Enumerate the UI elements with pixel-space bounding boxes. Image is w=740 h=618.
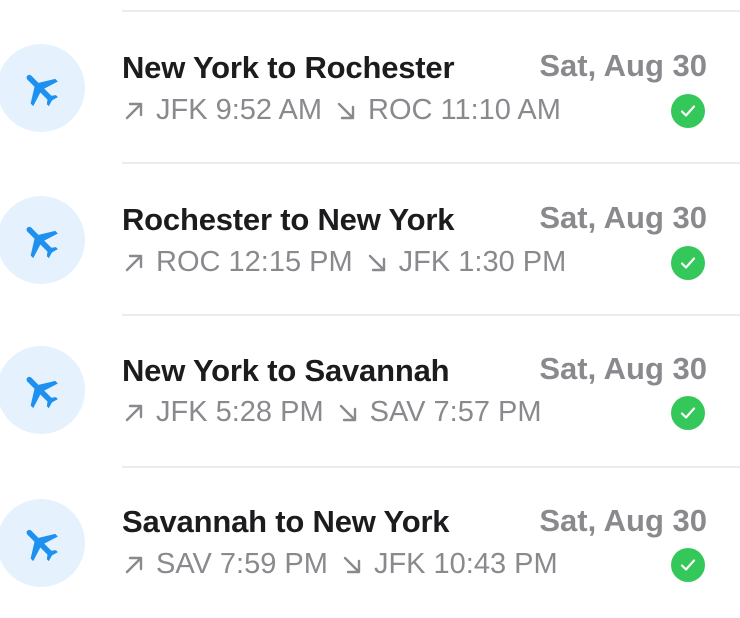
arrival-text: SAV 7:57 PM: [369, 396, 542, 428]
flight-avatar: [0, 499, 85, 587]
arrival-text: JFK 10:43 PM: [373, 548, 558, 580]
flight-row[interactable]: Rochester to New York Sat, Aug 30 ROC 12…: [0, 164, 740, 314]
flight-times: JFK 5:28 PM SAV 7:57 PM: [122, 396, 542, 429]
arrow-up-right-icon: [125, 556, 143, 573]
check-circle-icon: [671, 246, 705, 280]
airplane-icon: [26, 226, 58, 259]
departure-text: ROC 12:15 PM: [156, 246, 353, 278]
flight-date: Sat, Aug 30: [539, 503, 707, 538]
arrow-down-right-icon: [343, 556, 361, 573]
arrow-up-right-icon: [125, 102, 143, 119]
flight-times: SAV 7:59 PM JFK 10:43 PM: [122, 548, 558, 581]
departure-text: JFK 9:52 AM: [156, 94, 323, 126]
arrival-text: JFK 1:30 PM: [398, 246, 567, 278]
arrow-down-right-icon: [368, 254, 385, 271]
flight-title: Savannah to New York: [122, 504, 450, 539]
flight-row[interactable]: New York to Rochester Sat, Aug 30 JFK 9:…: [0, 12, 740, 162]
flight-title: New York to Rochester: [122, 50, 455, 85]
arrow-down-right-icon: [339, 404, 356, 421]
flight-times: JFK 9:52 AM ROC 11:10 AM: [122, 94, 561, 127]
flight-date: Sat, Aug 30: [539, 48, 707, 83]
arrow-up-right-icon: [125, 404, 143, 421]
airplane-icon: [26, 529, 58, 562]
flight-times: ROC 12:15 PM JFK 1:30 PM: [122, 246, 566, 279]
check-circle-icon: [671, 396, 705, 430]
flight-title: Rochester to New York: [122, 202, 455, 237]
check-circle-icon: [671, 94, 705, 128]
flight-avatar: [0, 346, 85, 434]
flight-avatar: [0, 196, 85, 284]
arrow-up-right-icon: [125, 254, 143, 271]
flight-date: Sat, Aug 30: [539, 200, 707, 235]
flight-row[interactable]: New York to Savannah Sat, Aug 30 JFK 5:2…: [0, 316, 740, 466]
departure-text: JFK 5:28 PM: [156, 396, 324, 428]
flight-title: New York to Savannah: [122, 353, 450, 388]
airplane-icon: [26, 376, 58, 409]
departure-text: SAV 7:59 PM: [156, 548, 328, 580]
flight-list: New York to Rochester Sat, Aug 30 JFK 9:…: [0, 0, 740, 616]
arrival-text: ROC 11:10 AM: [368, 94, 561, 126]
flight-date: Sat, Aug 30: [539, 351, 707, 386]
flight-row[interactable]: Savannah to New York Sat, Aug 30 SAV 7:5…: [0, 468, 740, 618]
flight-avatar: [0, 44, 85, 132]
airplane-icon: [26, 74, 58, 107]
check-circle-icon: [671, 548, 705, 582]
arrow-down-right-icon: [337, 102, 355, 119]
